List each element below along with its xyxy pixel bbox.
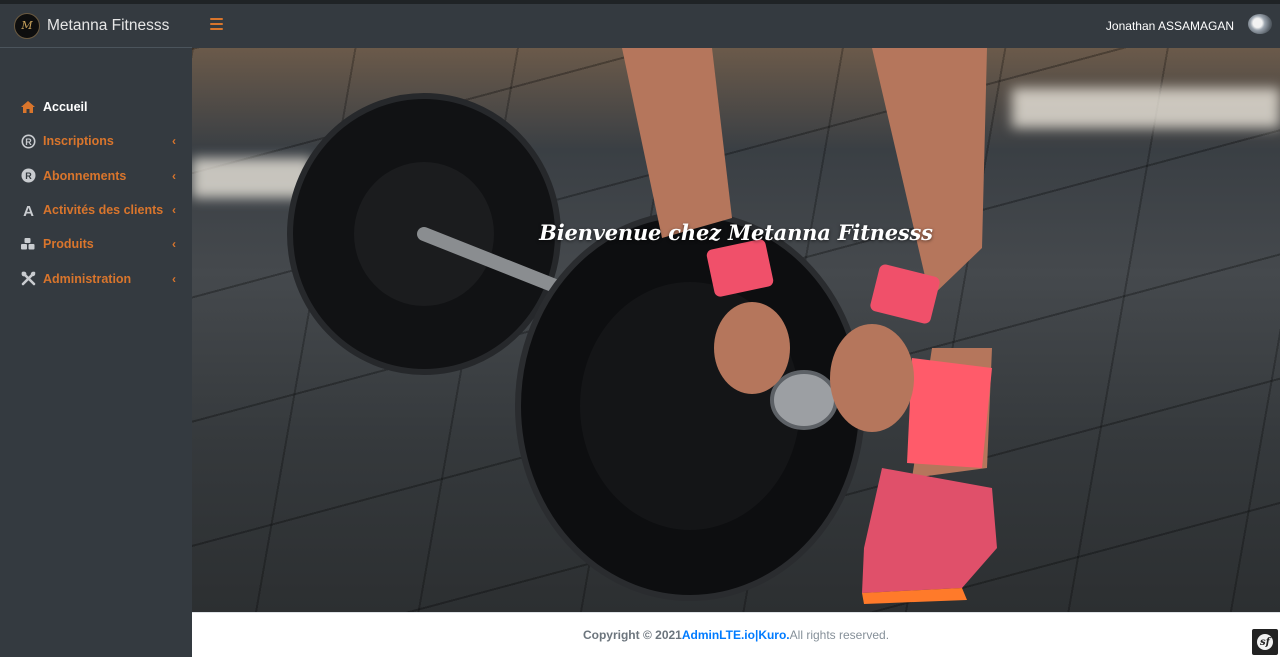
svg-text:A: A	[23, 203, 34, 218]
registered-icon: R	[20, 168, 36, 184]
sidebar-item-label: Administration	[43, 271, 132, 286]
hamburger-icon[interactable]	[210, 18, 223, 30]
registered-icon: R	[20, 133, 36, 149]
chevron-left-icon: ‹	[172, 168, 176, 183]
chevron-left-icon: ‹	[172, 203, 176, 218]
sidebar-item-accueil[interactable]: Accueil	[0, 90, 192, 124]
chevron-left-icon: ‹	[172, 237, 176, 252]
cubes-icon	[20, 236, 36, 252]
sidebar-item-label: Accueil	[43, 100, 88, 115]
footer-rights: All rights reserved.	[789, 628, 890, 642]
brand-name: Metanna Fitnesss	[47, 16, 170, 34]
sidebar-item-label: Inscriptions	[43, 134, 114, 149]
sidebar-item-abonnements[interactable]: R Abonnements ‹	[0, 159, 192, 193]
sidebar-item-label: Produits	[43, 237, 94, 252]
metanna-logo-icon: M	[14, 12, 40, 39]
symfony-icon[interactable]: sf	[1252, 629, 1278, 655]
sidebar-item-inscriptions[interactable]: R Inscriptions ‹	[0, 124, 192, 158]
user-name[interactable]: Jonathan ASSAMAGAN	[1106, 19, 1234, 33]
letter-a-icon: A	[20, 202, 36, 218]
sidebar-menu: Accueil R Inscriptions ‹ R Abonnements ‹…	[0, 90, 192, 296]
adminlte-link[interactable]: AdminLTE.io	[682, 628, 755, 642]
sidebar-item-administration[interactable]: Administration ‹	[0, 261, 192, 295]
tools-icon	[20, 271, 36, 287]
svg-text:R: R	[25, 137, 32, 147]
footer: Copyright © 2021 AdminLTE.io | Kuro. All…	[192, 612, 1280, 657]
sidebar-item-label: Activités des clients	[43, 203, 164, 218]
barbell-illustration	[287, 48, 997, 604]
kuro-link[interactable]: Kuro.	[758, 628, 789, 642]
hero-title: Bienvenue chez Metanna Fitnesss	[539, 220, 933, 245]
top-navbar: Jonathan ASSAMAGAN	[192, 0, 1280, 48]
svg-text:R: R	[25, 171, 32, 181]
brand-link[interactable]: M Metanna Fitnesss	[0, 4, 192, 48]
sidebar-item-produits[interactable]: Produits ‹	[0, 227, 192, 261]
home-icon	[20, 99, 36, 115]
chevron-left-icon: ‹	[172, 271, 176, 286]
sidebar-item-activites[interactable]: A Activités des clients ‹	[0, 193, 192, 227]
user-avatar[interactable]	[1248, 14, 1272, 34]
footer-copyright: Copyright © 2021	[582, 628, 682, 642]
sidebar-item-label: Abonnements	[43, 168, 127, 183]
main-sidebar: M Metanna Fitnesss Accueil R Inscription…	[0, 0, 192, 657]
hero-banner: Bienvenue chez Metanna Fitnesss	[192, 48, 1280, 612]
chevron-left-icon: ‹	[172, 134, 176, 149]
logo-text: M	[21, 19, 33, 32]
